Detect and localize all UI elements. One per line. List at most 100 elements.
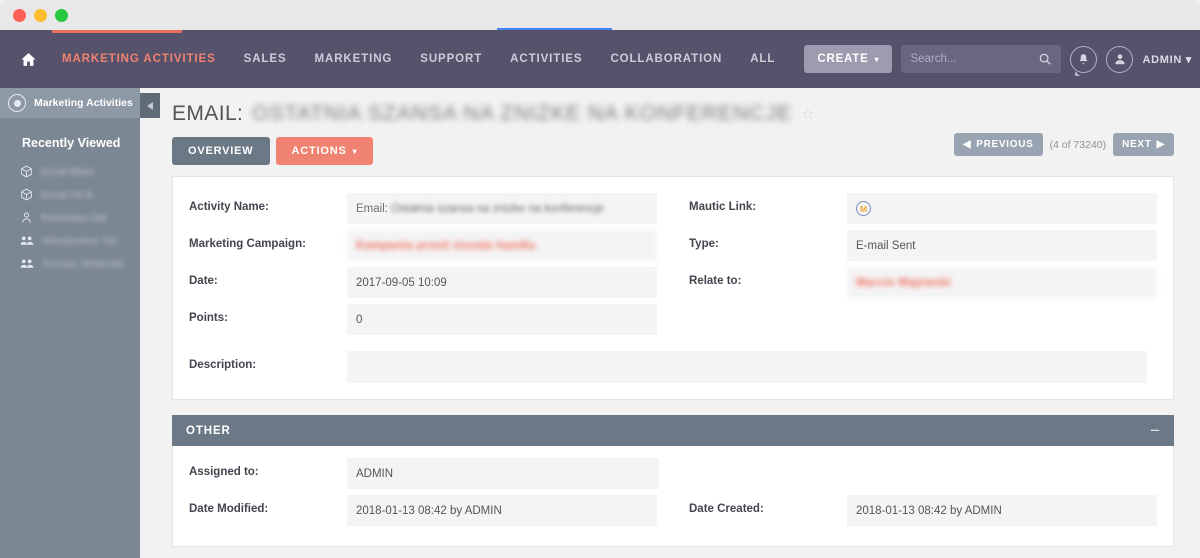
other-section-title: OTHER (186, 424, 231, 437)
field-label: Date: (189, 275, 218, 287)
create-button[interactable]: CREATE ▾ (804, 45, 893, 73)
field-date-created: Date Created: 2018-01-13 08:42 by ADMIN (673, 495, 1173, 532)
nav-item-all[interactable]: ALL (736, 30, 789, 88)
window-titlebar (0, 0, 1200, 31)
nav-item-marketing[interactable]: MARKETING (301, 30, 407, 88)
field-label: Mautic Link: (689, 201, 757, 213)
chevron-down-icon: ▾ (874, 54, 880, 64)
field-value: ADMIN (347, 458, 659, 489)
chevron-down-icon: ▾ (352, 146, 358, 156)
cube-icon (21, 165, 32, 178)
search-input[interactable]: Search... (901, 45, 1062, 73)
chevron-right-icon: ▶ (1156, 139, 1165, 150)
next-button-label: NEXT (1122, 139, 1152, 150)
sidebar-header-label: Marketing Activities (34, 97, 133, 109)
admin-menu[interactable]: ADMIN ▾ (1142, 53, 1192, 66)
list-item[interactable]: Email Blast (20, 160, 140, 183)
collapse-icon[interactable]: − (1150, 422, 1160, 439)
eye-icon (8, 94, 26, 112)
admin-menu-label: ADMIN (1142, 53, 1182, 66)
field-date: Date: 2017-09-05 10:09 (173, 267, 673, 304)
nav-item-sales[interactable]: SALES (230, 30, 301, 88)
page-title-prefix: EMAIL: (172, 102, 244, 125)
field-value-link[interactable]: Marcin Majewski (847, 267, 1157, 298)
person-icon (22, 212, 31, 223)
mautic-icon[interactable]: M (856, 201, 871, 216)
field-label: Date Modified: (189, 503, 269, 515)
field-description: Description: (173, 351, 1173, 399)
sidebar: Marketing Activities Recently Viewed Ema… (0, 88, 160, 558)
record-pagination: ◀ PREVIOUS (4 of 73240) NEXT ▶ (953, 133, 1174, 156)
list-item[interactable]: Radoslaw Obj (20, 206, 140, 229)
search-placeholder: Search... (910, 53, 957, 65)
field-type: Type: E-mail Sent (673, 230, 1173, 267)
list-item-label: Tomasz Wolanski (42, 257, 124, 270)
field-value: 0 (347, 304, 657, 335)
field-value: 2018-01-13 08:42 by ADMIN (347, 495, 657, 526)
sidebar-header[interactable]: Marketing Activities (0, 88, 140, 118)
recently-viewed-list: Email Blast Email Hit B Radoslaw Obj Wlo… (0, 160, 140, 275)
field-value: 2018-01-13 08:42 by ADMIN (847, 495, 1157, 526)
list-item-label: Email Hit B (41, 188, 93, 201)
create-button-label: CREATE (817, 53, 869, 65)
field-relate-to: Relate to: Marcin Majewski (673, 267, 1173, 304)
list-item[interactable]: Tomasz Wolanski (20, 252, 140, 275)
active-tab-underline (52, 30, 182, 33)
field-label: Assigned to: (189, 466, 259, 478)
window-close-button[interactable] (13, 8, 26, 22)
main-content: EMAIL: OSTATNIA SZANSA NA ZNIZKE NA KONF… (140, 88, 1200, 558)
field-points: Points: 0 (173, 304, 673, 341)
overview-button[interactable]: OVERVIEW (172, 137, 270, 165)
chevron-left-icon: ◀ (962, 139, 972, 150)
other-section-header[interactable]: OTHER − (172, 415, 1174, 446)
nav-item-marketing-activities[interactable]: MARKETING ACTIVITIES (48, 30, 230, 88)
nav-item-activities[interactable]: ACTIVITIES (496, 30, 596, 88)
actions-button[interactable]: ACTIONS ▾ (275, 137, 374, 165)
list-item-label: Radoslaw Obj (41, 211, 107, 224)
field-value: Email: Ostatnia szansa na znizke na konf… (347, 193, 657, 224)
previous-button-label: PREVIOUS (976, 139, 1034, 150)
activity-name-value: Ostatnia szansa na znizke na konferencje (390, 202, 604, 215)
previous-button[interactable]: ◀ PREVIOUS (953, 133, 1043, 156)
list-item[interactable]: Email Hit B (20, 183, 140, 206)
chevron-down-icon: ▾ (1185, 53, 1192, 66)
field-value: 2017-09-05 10:09 (347, 267, 657, 298)
field-label: Activity Name: (189, 201, 269, 213)
group-icon (20, 259, 34, 268)
home-icon[interactable] (0, 51, 48, 68)
overview-left-column: Activity Name: Email: Ostatnia szansa na… (173, 193, 673, 341)
list-item-label: Wlodzimierz Sal (42, 234, 118, 247)
field-value (347, 351, 1147, 383)
nav-item-collaboration[interactable]: COLLABORATION (596, 30, 736, 88)
nav-right-group: CREATE ▾ Search... ADMIN ▾ (804, 45, 1200, 76)
cube-icon (21, 188, 32, 201)
field-label: Marketing Campaign: (189, 238, 306, 250)
action-toolbar: OVERVIEW ACTIONS ▾ ◀ PREVIOUS (4 of 7324… (140, 126, 1200, 165)
star-icon[interactable]: ☆ (801, 105, 815, 123)
field-label: Relate to: (689, 275, 742, 287)
avatar[interactable] (1106, 45, 1134, 73)
nav-item-support[interactable]: SUPPORT (406, 30, 496, 88)
field-label: Points: (189, 312, 228, 324)
recently-viewed-title: Recently Viewed (22, 136, 121, 150)
other-right-column: Date Created: 2018-01-13 08:42 by ADMIN (673, 495, 1173, 532)
field-activity-name: Activity Name: Email: Ostatnia szansa na… (173, 193, 673, 230)
window-maximize-button[interactable] (55, 8, 68, 22)
other-left-column: Date Modified: 2018-01-13 08:42 by ADMIN (173, 495, 673, 532)
field-label: Date Created: (689, 503, 764, 515)
list-item[interactable]: Wlodzimierz Sal (20, 229, 140, 252)
group-icon (20, 236, 34, 245)
actions-button-label: ACTIONS (291, 145, 347, 157)
notification-bell-icon[interactable] (1070, 45, 1098, 76)
page-body: Marketing Activities Recently Viewed Ema… (0, 88, 1200, 558)
window-minimize-button[interactable] (34, 8, 47, 22)
sidebar-collapse-toggle[interactable] (140, 93, 160, 118)
overview-right-column: Mautic Link: M Type: E-mail Sent Relate … (673, 193, 1173, 341)
search-icon[interactable] (1038, 52, 1052, 66)
overview-panel: Activity Name: Email: Ostatnia szansa na… (172, 176, 1174, 400)
next-button[interactable]: NEXT ▶ (1113, 133, 1174, 156)
field-date-modified: Date Modified: 2018-01-13 08:42 by ADMIN (173, 495, 673, 532)
other-section-body: Assigned to: ADMIN Date Modified: 2018-0… (172, 446, 1174, 547)
overview-grid: Activity Name: Email: Ostatnia szansa na… (173, 177, 1173, 351)
field-value-link[interactable]: Kampania przed niszala handlu (347, 230, 657, 261)
